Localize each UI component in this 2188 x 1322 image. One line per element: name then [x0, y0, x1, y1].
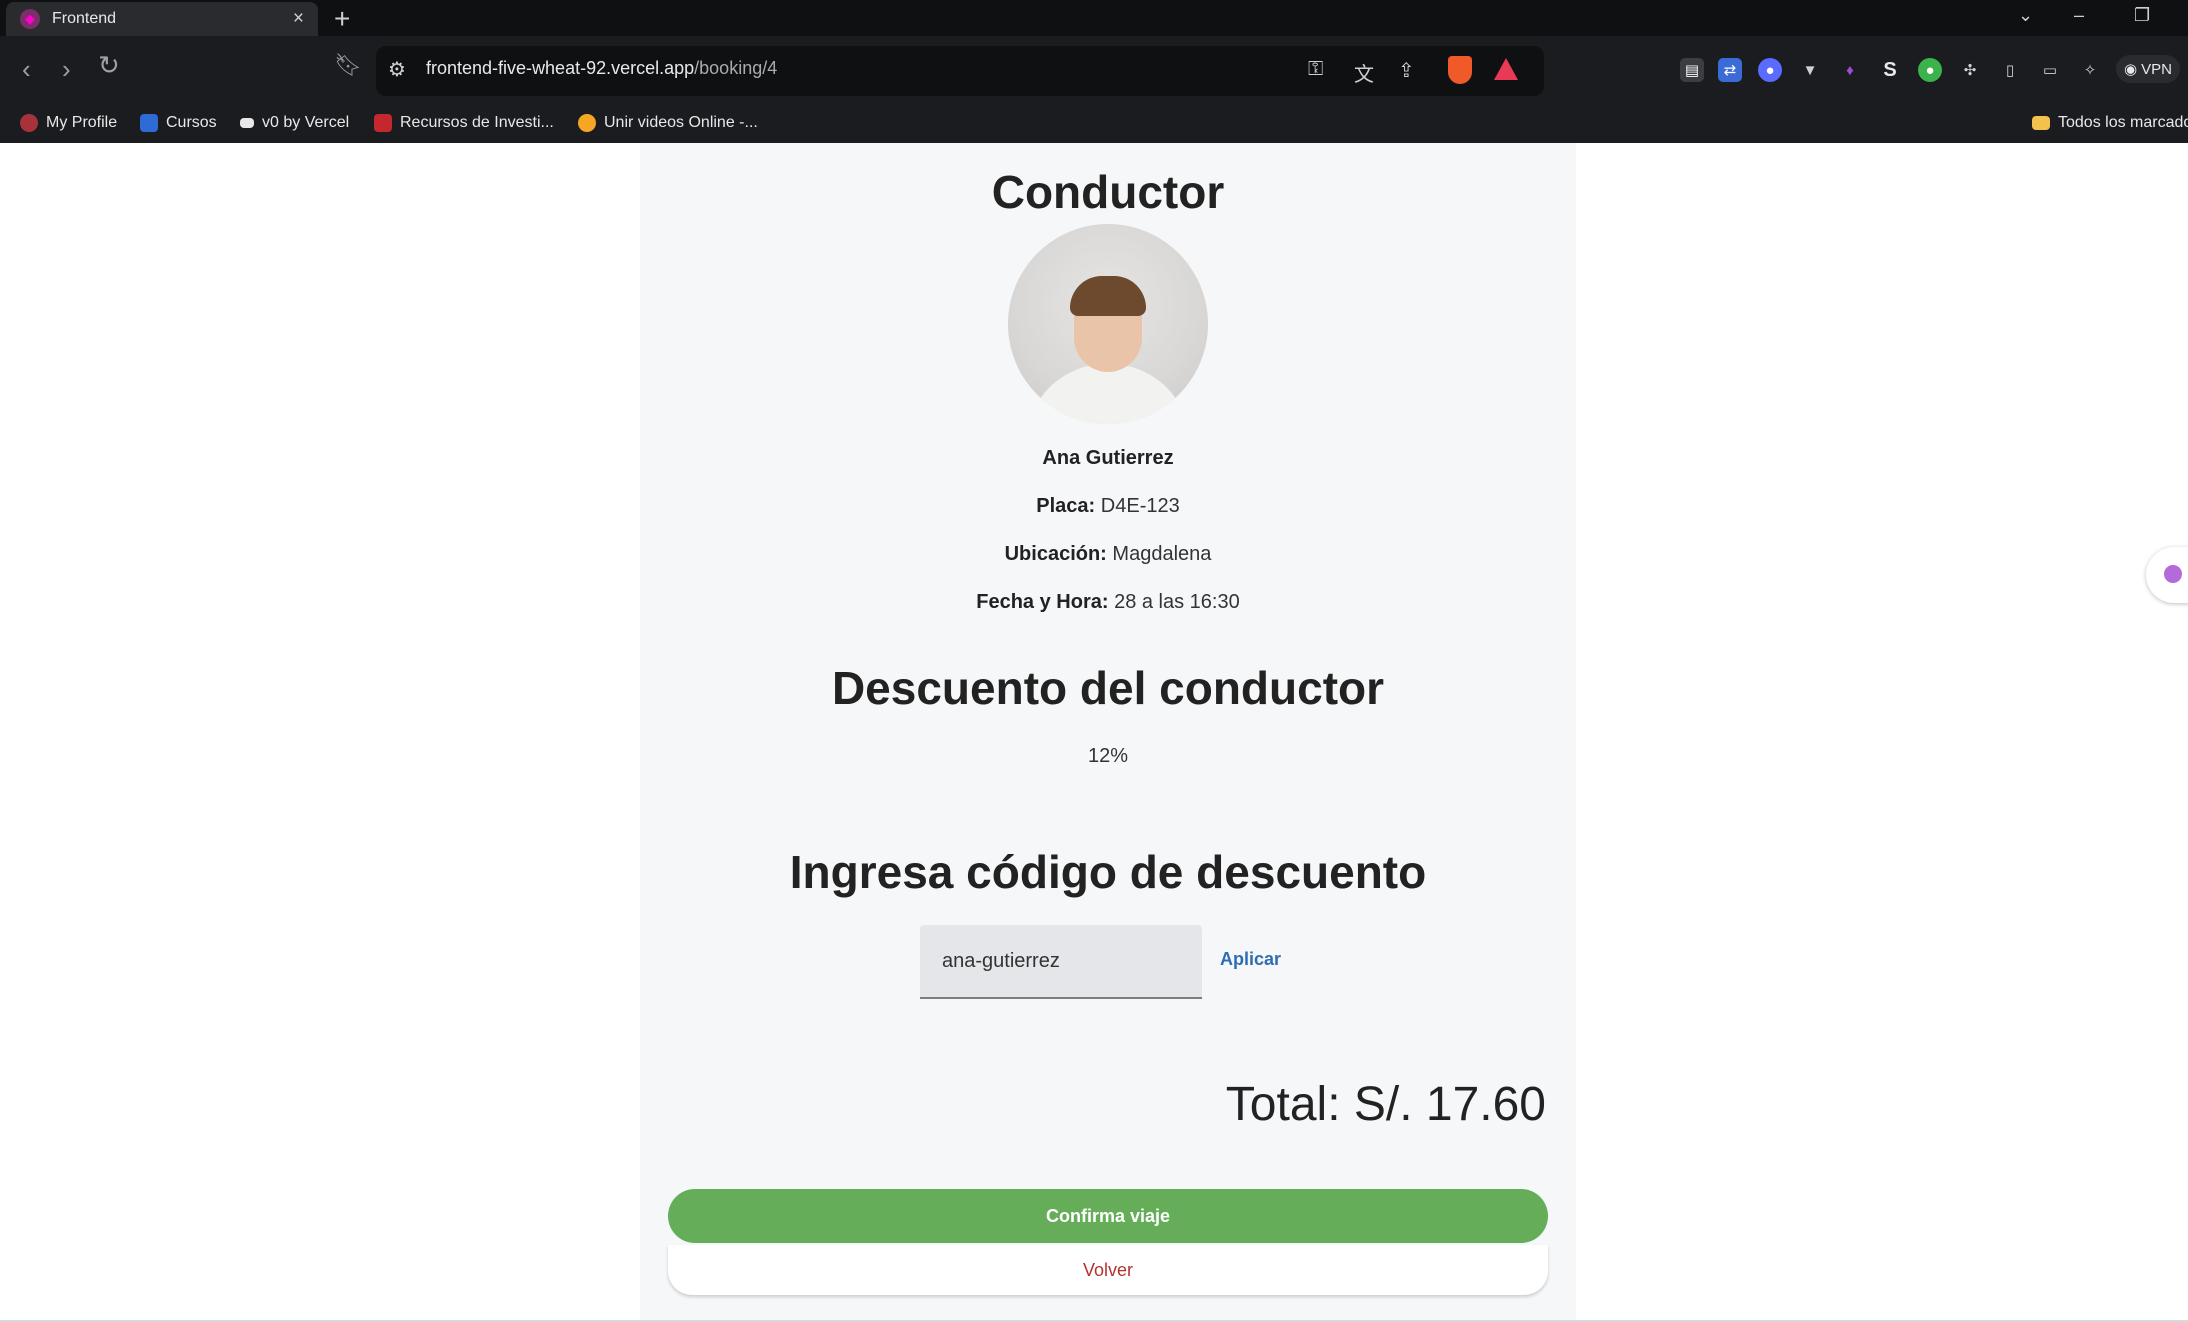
vpn-icon: ◉ — [2124, 61, 2138, 78]
brave-shield-icon[interactable] — [1448, 56, 1472, 84]
extension-translate-icon[interactable]: ⇄ — [1718, 58, 1742, 82]
apply-button[interactable]: Aplicar — [1220, 949, 1281, 970]
discount-code-input[interactable] — [920, 925, 1202, 999]
bookmark-cursos[interactable]: Cursos — [140, 114, 217, 132]
discount-value: 12% — [1087, 745, 1129, 767]
bookmark-label: My Profile — [46, 114, 118, 131]
wallet-icon[interactable]: ▭ — [2038, 58, 2062, 82]
confirm-trip-button[interactable]: Confirma viaje — [668, 1189, 1548, 1243]
location-value: Magdalena — [1112, 543, 1212, 565]
password-key-icon[interactable]: ⚿ — [1308, 58, 1323, 81]
browser-toolbar: ‹ › ↻ 🔖︎ ⚙︎ frontend-five-wheat-92.verce… — [0, 36, 2188, 106]
driver-avatar — [1008, 224, 1208, 424]
booking-card: Conductor Ana Gutierrez Placa: D4E-123 U… — [640, 143, 1576, 1322]
new-tab-button[interactable]: + — [334, 3, 350, 35]
datetime-value: 28 a las 16:30 — [1114, 591, 1240, 613]
extension-vue-icon[interactable]: ▼ — [1798, 58, 1822, 82]
back-button[interactable]: Volver — [668, 1245, 1548, 1295]
discount-heading: Descuento del conductor — [831, 662, 1385, 714]
page-title: Conductor — [991, 166, 1225, 218]
plate-value: D4E-123 — [1100, 495, 1180, 517]
location-row: Ubicación: Magdalena — [640, 543, 1576, 566]
site-settings-icon[interactable]: ⚙︎ — [388, 57, 406, 82]
extension-doc-icon[interactable]: ▤ — [1680, 58, 1704, 82]
folder-icon — [2032, 116, 2050, 130]
bookmarks-bar: My Profile Cursos v0 by Vercel Recursos … — [0, 106, 2188, 143]
extensions-puzzle-icon[interactable]: ✣ — [1958, 58, 1982, 82]
address-bar[interactable]: ⚙︎ frontend-five-wheat-92.vercel.app/boo… — [376, 46, 1544, 96]
vpn-label: VPN — [2141, 60, 2172, 78]
unir-videos-icon — [578, 114, 596, 132]
plate-row: Placa: D4E-123 — [640, 495, 1576, 518]
bookmark-label: v0 by Vercel — [262, 114, 350, 131]
extension-discord-icon[interactable]: ● — [1758, 58, 1782, 82]
avatar-hair — [1070, 276, 1146, 316]
floating-extension-widget[interactable] — [2146, 547, 2188, 603]
reload-icon[interactable]: ↻ — [98, 50, 120, 81]
tab-frontend[interactable]: ◆ Frontend × — [6, 2, 318, 36]
bookmark-v0-vercel[interactable]: v0 by Vercel — [240, 114, 349, 132]
tab-strip: ◆ Frontend × + ⌄ – ❐ — [0, 0, 2188, 36]
bookmark-label: Unir videos Online -... — [604, 114, 758, 131]
forward-icon[interactable]: › — [62, 54, 71, 85]
url-text[interactable]: frontend-five-wheat-92.vercel.app/bookin… — [426, 58, 777, 79]
leo-ai-icon[interactable]: ✧ — [2078, 58, 2102, 82]
back-icon[interactable]: ‹ — [22, 54, 31, 85]
extension-green-icon[interactable]: ● — [1918, 58, 1942, 82]
tab-search-icon[interactable]: ⌄ — [2018, 5, 2033, 26]
extension-s-icon[interactable]: S — [1878, 58, 1902, 82]
minimize-button[interactable]: – — [2074, 5, 2084, 26]
driver-name: Ana Gutierrez — [1042, 447, 1174, 469]
share-icon[interactable]: ⇪ — [1398, 58, 1415, 83]
bookmark-label: Cursos — [166, 114, 217, 131]
tab-title: Frontend — [52, 10, 117, 27]
bookmark-my-profile[interactable]: My Profile — [20, 114, 117, 132]
brave-rewards-icon[interactable] — [1494, 58, 1518, 80]
datetime-label: Fecha y Hora: — [976, 591, 1109, 613]
extension-pin-icon[interactable]: ♦ — [1838, 58, 1862, 82]
url-host: frontend-five-wheat-92.vercel.app — [426, 58, 695, 78]
profile-icon — [20, 114, 38, 132]
page-viewport: Conductor Ana Gutierrez Placa: D4E-123 U… — [0, 143, 2188, 1322]
recursos-icon — [374, 114, 392, 132]
bookmark-recursos[interactable]: Recursos de Investi... — [374, 114, 554, 132]
close-icon[interactable]: × — [293, 8, 304, 30]
bookmark-unir-videos[interactable]: Unir videos Online -... — [578, 114, 758, 132]
cursos-icon — [140, 114, 158, 132]
bookmark-label: Recursos de Investi... — [400, 114, 554, 131]
total-price: Total: S/. 17.60 — [1225, 1078, 1546, 1131]
code-heading: Ingresa código de descuento — [789, 846, 1427, 898]
location-label: Ubicación: — [1004, 543, 1107, 565]
v0-icon — [240, 118, 254, 128]
plate-label: Placa: — [1036, 495, 1096, 517]
url-path: /booking/4 — [694, 58, 778, 78]
restore-button[interactable]: ❐ — [2134, 5, 2150, 26]
vpn-button[interactable]: ◉ VPN — [2116, 55, 2180, 83]
folder-label: Todos los marcado — [2058, 114, 2188, 131]
browser-chrome: ◆ Frontend × + ⌄ – ❐ ‹ › ↻ 🔖︎ ⚙︎ fronten… — [0, 0, 2188, 143]
sidebar-icon[interactable]: ▯ — [1998, 58, 2022, 82]
favicon-icon: ◆ — [20, 9, 40, 29]
avatar-body — [1026, 364, 1190, 424]
bookmark-icon[interactable]: 🔖︎ — [334, 52, 362, 78]
widget-icon — [2164, 565, 2182, 583]
bookmarks-folder[interactable]: Todos los marcado — [2032, 114, 2188, 132]
datetime-row: Fecha y Hora: 28 a las 16:30 — [640, 591, 1576, 614]
translate-icon[interactable]: 文 — [1354, 58, 1374, 87]
